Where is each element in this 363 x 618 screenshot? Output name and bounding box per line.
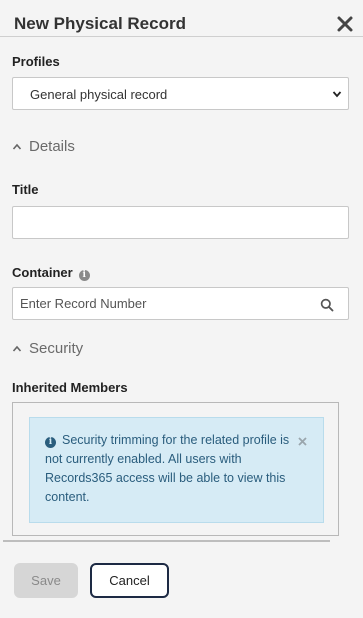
cancel-button[interactable]: Cancel bbox=[90, 563, 169, 598]
save-button[interactable]: Save bbox=[14, 563, 78, 598]
security-section-label: Security bbox=[29, 340, 84, 357]
inherited-members-box: i Security trimming for the related profi… bbox=[12, 402, 339, 536]
info-icon[interactable]: i bbox=[78, 270, 90, 281]
dialog-header: New Physical Record bbox=[0, 0, 363, 37]
chevron-down-icon bbox=[332, 91, 342, 98]
container-placeholder: Enter Record Number bbox=[20, 296, 147, 311]
footer-divider bbox=[3, 540, 330, 542]
details-section-label: Details bbox=[29, 138, 75, 155]
alert-text: Security trimming for the related profil… bbox=[45, 433, 290, 504]
container-label: Container bbox=[12, 265, 73, 280]
profiles-select[interactable]: General physical record bbox=[12, 77, 349, 110]
inherited-members-label: Inherited Members bbox=[12, 380, 128, 395]
title-input[interactable] bbox=[12, 206, 349, 239]
profiles-selected-value: General physical record bbox=[30, 87, 168, 102]
details-section-toggle[interactable]: Details bbox=[12, 138, 75, 155]
search-icon[interactable] bbox=[320, 298, 334, 312]
profiles-label: Profiles bbox=[12, 54, 60, 69]
title-label: Title bbox=[12, 182, 39, 197]
info-icon: i bbox=[45, 437, 56, 448]
container-label-row: Container i bbox=[12, 265, 90, 281]
chevron-up-icon bbox=[12, 345, 22, 352]
security-alert: i Security trimming for the related profi… bbox=[29, 417, 324, 523]
chevron-up-icon bbox=[12, 143, 22, 150]
close-icon[interactable] bbox=[336, 15, 354, 33]
container-input[interactable]: Enter Record Number bbox=[12, 287, 349, 320]
dialog-title: New Physical Record bbox=[14, 14, 186, 33]
security-section-toggle[interactable]: Security bbox=[12, 340, 83, 357]
close-icon[interactable] bbox=[298, 437, 307, 446]
